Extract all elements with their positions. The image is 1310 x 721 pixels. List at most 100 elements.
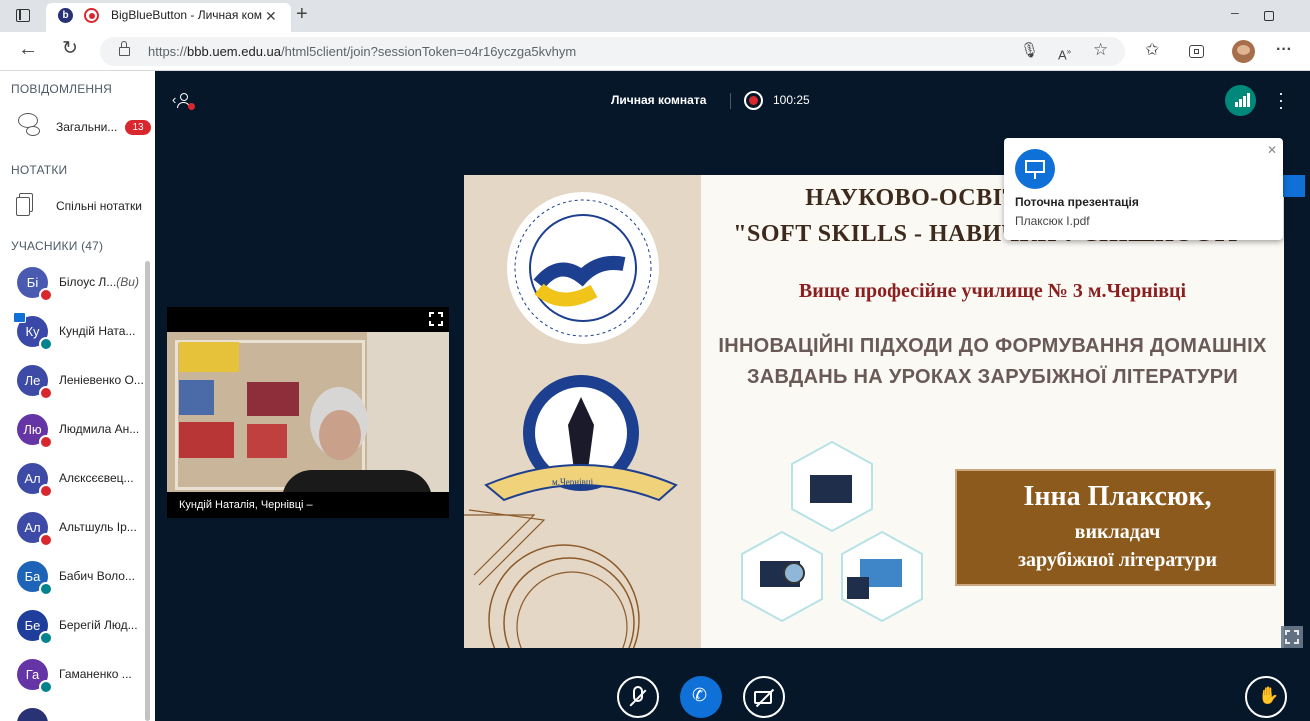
user-row[interactable]: Бе Берегій Люд... xyxy=(0,610,150,659)
listen-only-icon xyxy=(39,337,53,351)
microphone-icon[interactable]: 🎙 xyxy=(1020,43,1039,59)
recording-tab-icon xyxy=(84,8,99,23)
user-row[interactable]: Ал Альтшуль Ір... xyxy=(0,512,150,561)
user-name-text: Кундій Ната... xyxy=(59,324,136,338)
webcam-image xyxy=(167,332,449,492)
soft-skills-logo xyxy=(507,192,659,344)
hexagon-illustration xyxy=(741,440,923,623)
webcam-video[interactable]: Кундій Наталія, Чернівці – xyxy=(167,307,449,518)
current-presentation-toast: ✕ Поточна презентація Плаксюк І.pdf xyxy=(1004,138,1283,240)
users-header: УЧАСНИКИ (47) xyxy=(11,239,104,253)
listen-only-icon xyxy=(39,631,53,645)
muted-mic-icon xyxy=(39,484,53,498)
collections-icon[interactable] xyxy=(1189,45,1204,58)
recording-indicator-icon[interactable] xyxy=(744,91,763,110)
address-bar: ← ↻ https://bbb.uem.edu.ua/html5client/j… xyxy=(0,32,1310,71)
hand-icon: ✋ xyxy=(1258,686,1280,705)
url-field[interactable]: https://bbb.uem.edu.ua/html5client/join?… xyxy=(100,37,1125,66)
user-row[interactable]: Ле Леніевенко О... xyxy=(0,365,150,414)
user-row[interactable]: Ба Бабич Воло... xyxy=(0,561,150,610)
room-name: Личная комната xyxy=(611,93,707,107)
presentation-icon xyxy=(1015,149,1055,189)
slide-school-name: Вище професійне училище № 3 м.Чернівці xyxy=(798,280,1187,302)
slide-fullscreen-icon[interactable] xyxy=(1281,626,1303,648)
leave-audio-button[interactable]: ✆ xyxy=(680,676,722,718)
profile-avatar[interactable] xyxy=(1232,40,1255,63)
restore-window-icon[interactable] xyxy=(1264,11,1274,21)
public-chat-item[interactable]: Загальни... 13 xyxy=(0,107,151,145)
user-name: Людмила Ан... xyxy=(59,422,149,436)
user-name-text: Алєксєєвец... xyxy=(59,471,134,485)
sidebar: ПОВІДОМЛЕННЯ Загальни... 13 НОТАТКИ Спіл… xyxy=(0,71,155,721)
favorites-icon[interactable]: ✩ xyxy=(1145,41,1159,58)
user-row[interactable]: Бі Білоус Л...(Ви) xyxy=(0,267,150,316)
user-name: Альтшуль Ір... xyxy=(59,520,149,534)
tab-title: BigBlueButton - Личная ком xyxy=(111,8,262,22)
lock-icon[interactable] xyxy=(119,41,130,56)
url-text: https://bbb.uem.edu.ua/html5client/join?… xyxy=(148,44,577,59)
emblem-city-text: м.Чернівці xyxy=(552,477,594,487)
sidebar-scrollbar[interactable] xyxy=(145,261,150,721)
author-role-line2: зарубіжної літератури xyxy=(1017,549,1218,571)
muted-mic-icon xyxy=(39,533,53,547)
raise-hand-button[interactable]: ✋ xyxy=(1245,676,1287,718)
connection-status-icon[interactable] xyxy=(1225,85,1256,116)
shared-notes-item[interactable]: Спільні нотатки xyxy=(0,187,150,223)
presentation-options-button[interactable] xyxy=(1283,175,1305,197)
options-menu-icon[interactable]: · · · xyxy=(1276,84,1286,116)
muted-mic-icon xyxy=(39,435,53,449)
phone-icon: ✆ xyxy=(692,685,708,705)
user-name-text: Білоус Л... xyxy=(59,275,117,289)
add-favorite-icon[interactable]: ☆ xyxy=(1093,41,1108,58)
user-name-text: Альтшуль Ір... xyxy=(59,520,137,534)
messages-header: ПОВІДОМЛЕННЯ xyxy=(11,82,113,96)
user-name: Гаманенко ... xyxy=(59,667,149,681)
user-list-toggle-icon[interactable]: ‹ xyxy=(172,90,195,112)
toast-filename: Плаксюк І.pdf xyxy=(1015,214,1090,228)
presenter-icon xyxy=(13,312,26,323)
unread-count-badge: 13 xyxy=(125,120,151,135)
user-row[interactable]: Лю Людмила Ан... xyxy=(0,414,150,463)
mute-button[interactable] xyxy=(617,676,659,718)
slide-topic-line2: ЗАВДАНЬ НА УРОКАХ ЗАРУБІЖНОЇ ЛІТЕРАТУРИ xyxy=(746,366,1239,388)
user-name: Леніевенко О... xyxy=(59,373,149,387)
listen-only-icon xyxy=(39,680,53,694)
user-row[interactable]: Ку Кундій Ната... xyxy=(0,312,150,365)
user-row-partial[interactable] xyxy=(0,708,150,721)
muted-mic-icon xyxy=(39,386,53,400)
browser-tab-bar: b BigBlueButton - Личная ком ✕ + – xyxy=(0,0,1310,32)
minimize-window-icon[interactable]: – xyxy=(1231,4,1239,20)
decorative-lines xyxy=(464,509,640,648)
webcam-user-name: Кундій Наталія, Чернівці – xyxy=(179,499,313,511)
muted-mic-icon xyxy=(39,288,53,302)
fullscreen-icon[interactable] xyxy=(429,312,443,326)
user-row[interactable]: Га Гаманенко ... xyxy=(0,659,150,708)
slide-topic-line1: ІННОВАЦІЙНІ ПІДХОДИ ДО ФОРМУВАННЯ ДОМАШН… xyxy=(718,335,1267,357)
read-aloud-icon[interactable]: A» xyxy=(1058,44,1071,63)
user-name: Кундій Ната... xyxy=(59,324,149,338)
author-role-line1: викладач xyxy=(1074,521,1161,543)
bbb-favicon-icon: b xyxy=(58,8,73,23)
back-icon[interactable]: ← xyxy=(18,39,38,59)
close-tab-icon[interactable]: ✕ xyxy=(265,8,277,24)
author-box: Інна Плаксюк, викладач зарубіжної літера… xyxy=(955,469,1276,586)
tab-actions-icon[interactable] xyxy=(16,9,30,22)
user-name-text: Бабич Воло... xyxy=(59,569,135,583)
close-toast-icon[interactable]: ✕ xyxy=(1267,142,1277,158)
share-webcam-button[interactable] xyxy=(743,676,785,718)
browser-menu-icon[interactable]: ··· xyxy=(1276,42,1292,58)
shared-notes-label: Спільні нотатки xyxy=(56,199,142,213)
refresh-icon[interactable]: ↻ xyxy=(62,39,78,58)
author-name: Інна Плаксюк, xyxy=(1023,481,1212,512)
presentation-slide: м.Чернівці НАУКОВО-ОСВІТНІЙ АЛЬЯНС "SOFT… xyxy=(464,175,1284,648)
listen-only-icon xyxy=(39,582,53,596)
user-row[interactable]: Ал Алєксєєвец... xyxy=(0,463,150,512)
public-chat-label: Загальни... xyxy=(56,120,118,134)
toast-title: Поточна презентація xyxy=(1015,195,1139,209)
user-name: Алєксєєвец... xyxy=(59,471,149,485)
user-name: Білоус Л...(Ви) xyxy=(59,275,149,289)
user-name-text: Берегій Люд... xyxy=(59,618,138,632)
you-label: (Ви) xyxy=(116,275,139,289)
user-name: Бабич Воло... xyxy=(59,569,149,583)
new-tab-icon[interactable]: + xyxy=(296,4,308,24)
